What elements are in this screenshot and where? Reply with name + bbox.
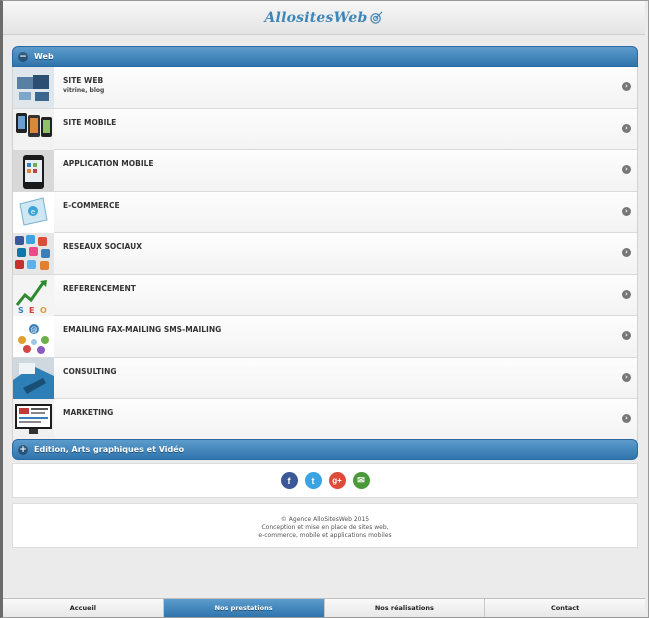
social-networks-thumbnail-icon bbox=[13, 233, 54, 274]
bottom-navbar: Accueil Nos prestations Nos réalisations… bbox=[3, 598, 645, 617]
item-title: CONSULTING bbox=[63, 366, 117, 376]
chevron-right-icon: › bbox=[622, 331, 631, 340]
list-item-site-web[interactable]: SITE WEB vitrine, blog › bbox=[13, 67, 637, 109]
google-plus-icon[interactable]: g+ bbox=[328, 472, 346, 489]
mobile-site-thumbnail-icon bbox=[13, 108, 54, 150]
section-web-title: Web bbox=[34, 52, 54, 61]
site-logo[interactable]: AllositesWeb bbox=[265, 10, 384, 26]
seo-thumbnail-icon: S E O bbox=[13, 274, 54, 316]
section-edition: + Edition, Arts graphiques et Vidéo bbox=[12, 439, 638, 460]
app-header: AllositesWeb bbox=[3, 1, 645, 35]
footer-line-3: e-commerce, mobile et applications mobil… bbox=[258, 532, 392, 539]
chevron-right-icon: › bbox=[622, 289, 631, 299]
twitter-icon[interactable]: t bbox=[304, 472, 322, 489]
social-share-bar: f t g+ ✉ bbox=[12, 463, 638, 498]
item-title: REFERENCEMENT bbox=[63, 283, 136, 293]
section-edition-header[interactable]: + Edition, Arts graphiques et Vidéo bbox=[12, 439, 638, 460]
item-title: SITE MOBILE bbox=[63, 117, 117, 127]
item-title: APPLICATION MOBILE bbox=[63, 159, 154, 168]
list-item-e-commerce[interactable]: e E-COMMERCE › bbox=[13, 191, 637, 233]
list-item-emailing[interactable]: @ EMAILING FAX-MAILING SMS-MAILING › bbox=[13, 316, 637, 358]
item-title: E-COMMERCE bbox=[63, 200, 120, 210]
list-item-application-mobile[interactable]: APPLICATION MOBILE › bbox=[13, 150, 637, 192]
ecommerce-thumbnail-icon: e bbox=[13, 191, 54, 233]
svg-text:E: E bbox=[29, 306, 34, 315]
svg-text:S: S bbox=[18, 306, 24, 315]
svg-text:O: O bbox=[40, 306, 47, 315]
minus-icon: − bbox=[18, 51, 28, 62]
list-item-marketing[interactable]: MARKETING › bbox=[13, 399, 637, 441]
chevron-right-icon: › bbox=[622, 165, 631, 174]
footer-copyright: © Agence AlloSitesWeb 2015 bbox=[280, 516, 370, 523]
logo-text: AllositesWeb bbox=[264, 9, 368, 26]
footer-line-2: Conception et mise en place de sites web… bbox=[261, 524, 389, 531]
nav-accueil[interactable]: Accueil bbox=[3, 599, 164, 617]
chevron-right-icon: › bbox=[622, 372, 631, 382]
item-subtitle: vitrine, blog bbox=[63, 87, 105, 94]
chevron-right-icon: › bbox=[622, 82, 631, 91]
section-web: − Web SITE WEB vitrine, blog › SITE MOBI… bbox=[12, 46, 638, 441]
chevron-right-icon: › bbox=[622, 414, 631, 423]
svg-text:@: @ bbox=[31, 326, 38, 334]
list-item-consulting[interactable]: CONSULTING › bbox=[13, 357, 637, 399]
mobile-app-thumbnail-icon bbox=[13, 150, 54, 191]
chevron-right-icon: › bbox=[622, 206, 631, 216]
footer: © Agence AlloSitesWeb 2015 Conception et… bbox=[12, 503, 638, 548]
chevron-right-icon: › bbox=[622, 248, 631, 257]
services-list: SITE WEB vitrine, blog › SITE MOBILE › A… bbox=[12, 67, 638, 441]
facebook-icon[interactable]: f bbox=[280, 472, 298, 489]
plus-icon: + bbox=[18, 444, 28, 455]
item-title: EMAILING FAX-MAILING SMS-MAILING bbox=[63, 325, 222, 334]
svg-text:e: e bbox=[31, 208, 35, 216]
marketing-thumbnail-icon bbox=[13, 399, 54, 440]
item-title: SITE WEB bbox=[63, 76, 104, 85]
nav-contact[interactable]: Contact bbox=[485, 599, 645, 617]
list-item-site-mobile[interactable]: SITE MOBILE › bbox=[13, 108, 637, 150]
section-edition-title: Edition, Arts graphiques et Vidéo bbox=[34, 445, 185, 454]
list-item-reseaux-sociaux[interactable]: RESEAUX SOCIAUX › bbox=[13, 233, 637, 275]
item-title: MARKETING bbox=[63, 408, 114, 417]
target-icon bbox=[370, 11, 383, 24]
chevron-right-icon: › bbox=[622, 123, 631, 133]
list-item-referencement[interactable]: S E O REFERENCEMENT › bbox=[13, 274, 637, 316]
section-web-header[interactable]: − Web bbox=[12, 46, 638, 67]
consulting-thumbnail-icon bbox=[13, 357, 54, 399]
website-thumbnail-icon bbox=[13, 67, 54, 108]
email-icon[interactable]: ✉ bbox=[352, 472, 370, 489]
item-title: RESEAUX SOCIAUX bbox=[63, 242, 142, 251]
nav-nos-realisations[interactable]: Nos réalisations bbox=[324, 599, 486, 617]
nav-nos-prestations[interactable]: Nos prestations bbox=[163, 599, 325, 617]
emailing-thumbnail-icon: @ bbox=[13, 316, 54, 357]
